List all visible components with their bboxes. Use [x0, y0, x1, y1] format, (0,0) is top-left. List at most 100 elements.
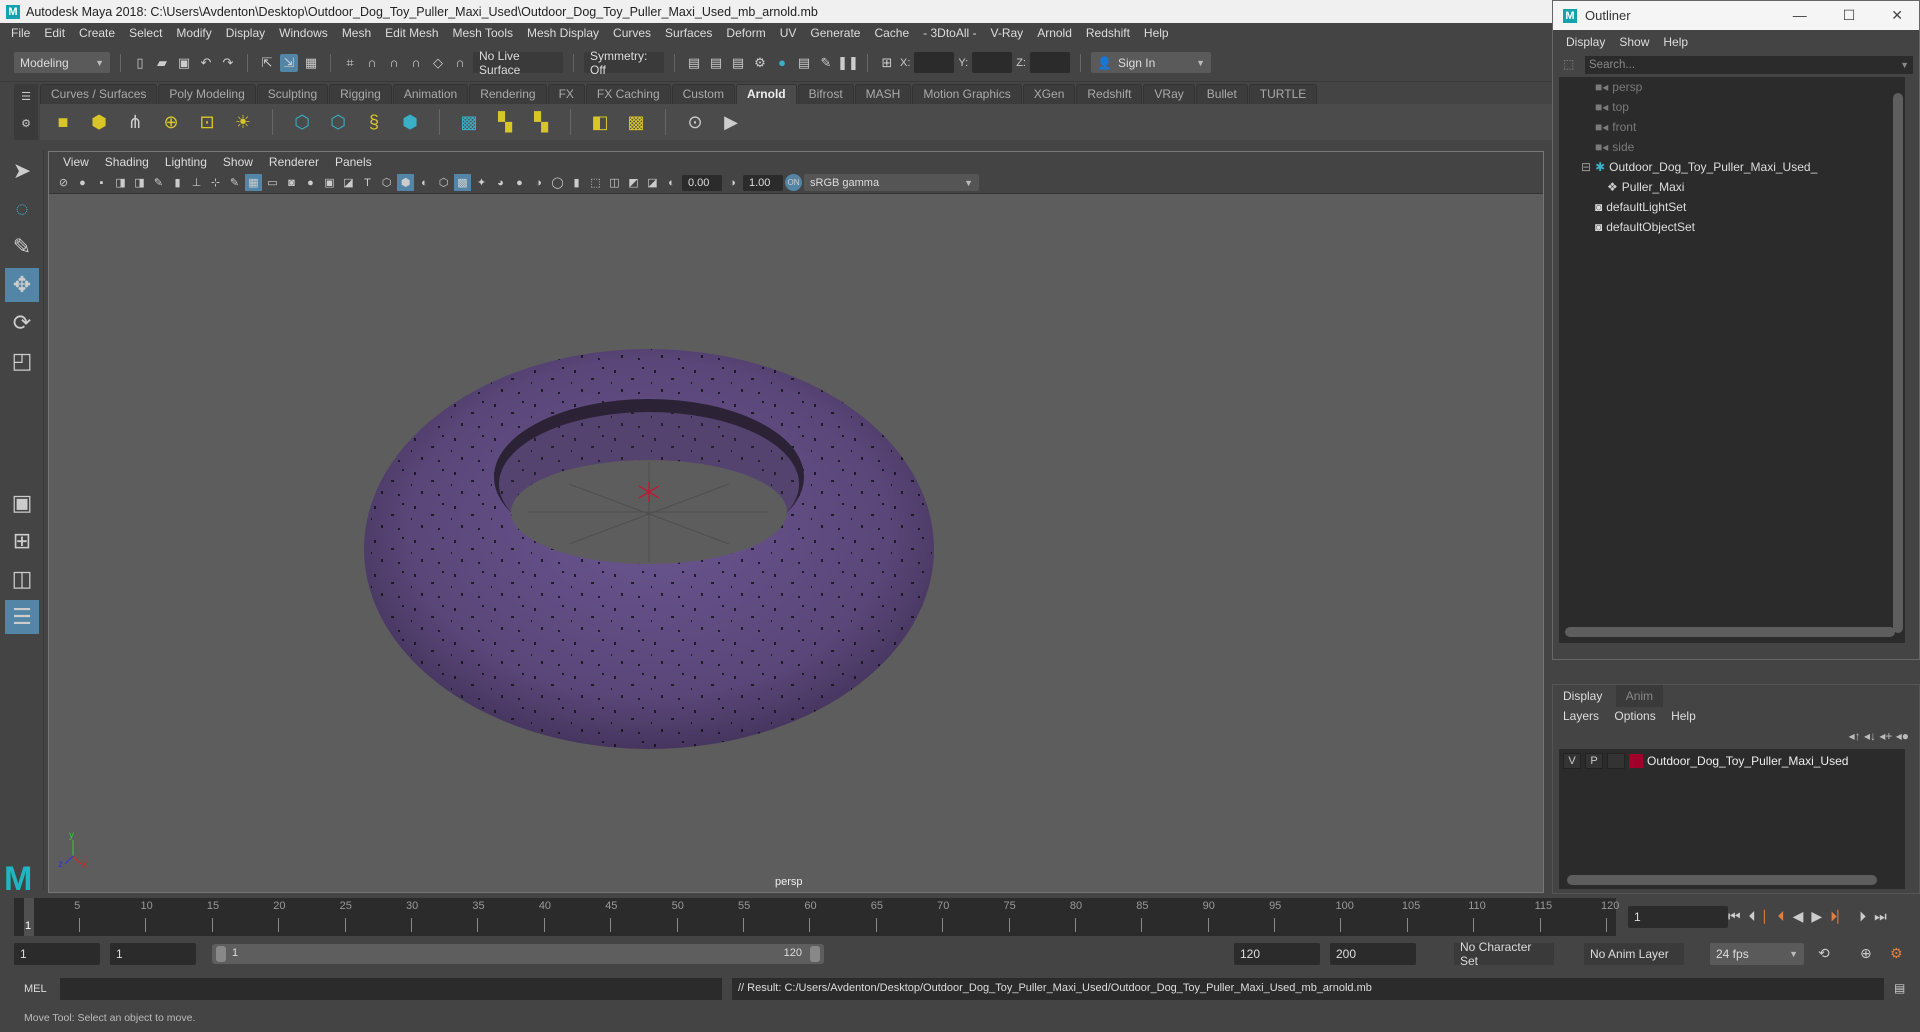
- render-view-icon[interactable]: ▩: [456, 109, 482, 135]
- layer-playback-toggle[interactable]: P: [1585, 753, 1603, 769]
- paint-select-tool-icon[interactable]: ✎: [5, 230, 39, 264]
- flush-textures-icon[interactable]: ▚: [528, 109, 554, 135]
- layer-menu-options[interactable]: Options: [1608, 709, 1661, 723]
- screen-space-ao-icon[interactable]: ●: [511, 174, 528, 191]
- panel-menu-panels[interactable]: Panels: [327, 155, 380, 169]
- two-view-icon[interactable]: ◫: [5, 562, 39, 596]
- menu-file[interactable]: File: [4, 26, 37, 40]
- render-frame-icon[interactable]: ▤: [707, 54, 725, 72]
- mesh-light-icon[interactable]: ⬢: [86, 109, 112, 135]
- volume-icon[interactable]: ⬢: [397, 109, 423, 135]
- minimize-icon[interactable]: —: [1793, 7, 1807, 24]
- ipr-render-icon[interactable]: ▤: [729, 54, 747, 72]
- gamma-field[interactable]: 1.00: [743, 174, 783, 191]
- x-field[interactable]: [914, 52, 955, 73]
- shelf-tab-sculpting[interactable]: Sculpting: [256, 84, 329, 104]
- menu-surfaces[interactable]: Surfaces: [658, 26, 719, 40]
- shelf-tab-poly-modeling[interactable]: Poly Modeling: [158, 84, 256, 104]
- gate-mask-icon[interactable]: ✎: [226, 174, 243, 191]
- command-input[interactable]: [60, 978, 722, 1000]
- save-scene-icon[interactable]: ▣: [175, 54, 193, 72]
- safe-title-icon[interactable]: ●: [302, 174, 319, 191]
- motion-blur-icon[interactable]: ◑: [530, 174, 547, 191]
- menu-mesh-tools[interactable]: Mesh Tools: [446, 26, 520, 40]
- xray-joints-icon[interactable]: ◫: [606, 174, 623, 191]
- bookmark-icon[interactable]: ▪: [93, 174, 110, 191]
- go-to-start-icon[interactable]: ⏮: [1728, 908, 1741, 925]
- redo-icon[interactable]: ↷: [219, 54, 237, 72]
- range-end-handle[interactable]: [810, 946, 820, 962]
- physical-sky-icon[interactable]: ☀: [230, 109, 256, 135]
- menu-curves[interactable]: Curves: [606, 26, 658, 40]
- step-back-key-icon[interactable]: ⏴: [1749, 908, 1756, 925]
- exposure-icon[interactable]: ◐: [663, 174, 680, 191]
- panel-menu-show[interactable]: Show: [215, 155, 261, 169]
- step-forward-key-icon[interactable]: ⏵: [1859, 908, 1866, 925]
- menu-mesh[interactable]: Mesh: [335, 26, 378, 40]
- layer-display-type-toggle[interactable]: [1607, 753, 1625, 769]
- vertical-scrollbar[interactable]: [1893, 93, 1903, 633]
- resolution-gate-icon[interactable]: ⊹: [207, 174, 224, 191]
- outliner-menu-show[interactable]: Show: [1612, 35, 1656, 49]
- grid-toggle-icon[interactable]: ▮: [169, 174, 186, 191]
- render-settings-icon[interactable]: ⚙: [751, 54, 769, 72]
- menu-edit-mesh[interactable]: Edit Mesh: [378, 26, 445, 40]
- scene-end-field[interactable]: 200: [1330, 943, 1416, 965]
- z-field[interactable]: [1029, 52, 1070, 73]
- menu-windows[interactable]: Windows: [272, 26, 335, 40]
- hypershade-icon[interactable]: ●: [773, 54, 791, 72]
- play-forwards-icon[interactable]: ▶: [1811, 908, 1822, 925]
- textured-icon[interactable]: ▩: [454, 174, 471, 191]
- fps-dropdown[interactable]: 24 fps ▼: [1710, 943, 1804, 965]
- snap-curve-icon[interactable]: ∩: [363, 54, 381, 72]
- shelf-tab-fx[interactable]: FX: [547, 84, 585, 104]
- menu-generate[interactable]: Generate: [803, 26, 867, 40]
- tab-display[interactable]: Display: [1553, 685, 1613, 707]
- image-plane-icon[interactable]: ◨: [112, 174, 129, 191]
- menu-create[interactable]: Create: [72, 26, 122, 40]
- menu-vray[interactable]: V-Ray: [984, 26, 1031, 40]
- photometric-light-icon[interactable]: ⋔: [122, 109, 148, 135]
- shelf-tab-turtle[interactable]: TURTLE: [1248, 84, 1318, 104]
- select-camera-icon[interactable]: ⊘: [55, 174, 72, 191]
- horizontal-scrollbar[interactable]: [1565, 627, 1895, 637]
- lasso-tool-icon[interactable]: ◌: [5, 192, 39, 226]
- four-view-icon[interactable]: ⊞: [5, 524, 39, 558]
- layer-menu-help[interactable]: Help: [1665, 709, 1702, 723]
- single-perspective-view-icon[interactable]: ▣: [5, 486, 39, 520]
- outliner-item-side[interactable]: ■◂ side: [1559, 137, 1905, 157]
- pause-icon[interactable]: ❚❚: [837, 54, 859, 72]
- area-light-icon[interactable]: ■: [50, 109, 76, 135]
- field-chart-icon[interactable]: ▭: [264, 174, 281, 191]
- menu-mesh-display[interactable]: Mesh Display: [520, 26, 606, 40]
- close-icon[interactable]: ✕: [1891, 7, 1903, 24]
- command-language-toggle[interactable]: MEL: [24, 983, 47, 995]
- render-preview-icon[interactable]: ⊙: [682, 109, 708, 135]
- shelf-tab-motion-graphics[interactable]: Motion Graphics: [912, 84, 1022, 104]
- new-layer-selected-icon[interactable]: ◂●: [1896, 729, 1909, 743]
- horizontal-scrollbar[interactable]: [1567, 875, 1877, 885]
- depth-of-field-icon[interactable]: ▮: [568, 174, 585, 191]
- shelf-tab-redshift[interactable]: Redshift: [1076, 84, 1143, 104]
- shelf-tab-fx-caching[interactable]: FX Caching: [585, 84, 671, 104]
- sign-in-button[interactable]: 👤 Sign In ▼: [1090, 52, 1211, 73]
- exposure-field[interactable]: 0.00: [682, 174, 722, 191]
- play-backwards-icon[interactable]: ◀: [1793, 908, 1804, 925]
- anti-aliasing-icon[interactable]: ◯: [549, 174, 566, 191]
- wireframe-on-shaded-icon[interactable]: ◐: [416, 174, 433, 191]
- outliner-item-front[interactable]: ■◂ front: [1559, 117, 1905, 137]
- snap-live-icon[interactable]: ∩: [451, 54, 469, 72]
- panel-menu-view[interactable]: View: [55, 155, 97, 169]
- shelf-tab-bullet[interactable]: Bullet: [1195, 84, 1248, 104]
- smooth-shade-icon[interactable]: ⬢: [397, 174, 414, 191]
- shelf-tab-rigging[interactable]: Rigging: [329, 84, 392, 104]
- script-editor-icon[interactable]: ▤: [1894, 981, 1905, 995]
- shelf-tab-rendering[interactable]: Rendering: [469, 84, 547, 104]
- select-object-icon[interactable]: ⇲: [280, 53, 298, 72]
- shadows-icon[interactable]: ◕: [492, 174, 509, 191]
- use-all-lights-icon[interactable]: ✦: [473, 174, 490, 191]
- animation-preferences-icon[interactable]: ⚙: [1890, 945, 1903, 962]
- shelf-tab-curves-surfaces[interactable]: Curves / Surfaces: [40, 84, 158, 104]
- loop-icon[interactable]: ⟲: [1818, 945, 1830, 962]
- maximize-icon[interactable]: ☐: [1843, 7, 1856, 24]
